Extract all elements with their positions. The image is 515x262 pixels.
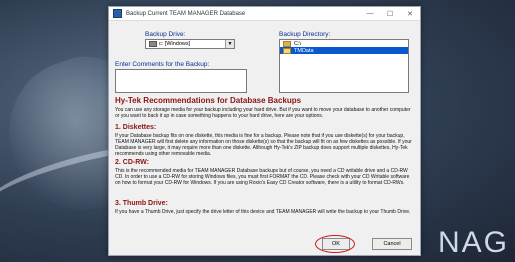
backup-drive-value: c: [Windows] bbox=[159, 41, 191, 47]
folder-open-icon bbox=[283, 40, 291, 47]
dialog-body: Backup Drive: c: [Windows] ▼ Backup Dire… bbox=[109, 21, 420, 255]
section-title-cdrw: 2. CD-RW: bbox=[115, 159, 149, 166]
section-title-diskettes: 1. Diskettes: bbox=[115, 124, 157, 131]
backup-dialog: Backup Current TEAM MANAGER Database — ☐… bbox=[108, 6, 421, 256]
backup-drive-select[interactable]: c: [Windows] ▼ bbox=[145, 39, 235, 49]
section-body-diskettes: If your Database backup fits on one disk… bbox=[115, 133, 412, 157]
section-body-thumb-drive: If you have a Thumb Drive, just specify … bbox=[115, 209, 411, 215]
drive-icon bbox=[149, 41, 157, 47]
comments-textarea[interactable] bbox=[115, 69, 247, 93]
backup-directory-label: Backup Directory: bbox=[279, 31, 331, 38]
close-button[interactable]: ✕ bbox=[400, 10, 420, 18]
minimize-button[interactable]: — bbox=[360, 10, 380, 17]
backup-drive-label: Backup Drive: bbox=[145, 31, 186, 38]
maximize-button[interactable]: ☐ bbox=[380, 10, 400, 18]
recommendations-intro: You can use any storage media for your b… bbox=[115, 107, 411, 119]
comments-label: Enter Comments for the Backup: bbox=[115, 61, 210, 68]
background-logo-text: NAG bbox=[437, 226, 509, 259]
cancel-button[interactable]: Cancel bbox=[372, 238, 412, 250]
section-title-thumb-drive: 3. Thumb Drive: bbox=[115, 200, 168, 207]
section-body-cdrw: This is the recommended media for TEAM M… bbox=[115, 168, 410, 186]
directory-item-tmdata[interactable]: TMData bbox=[280, 47, 408, 54]
directory-item-root[interactable]: C:\ bbox=[280, 40, 408, 47]
directory-item-label: TMData bbox=[294, 47, 314, 54]
backup-directory-list[interactable]: C:\ TMData bbox=[279, 39, 409, 93]
recommendations-title: Hy-Tek Recommendations for Database Back… bbox=[115, 96, 302, 105]
chevron-down-icon[interactable]: ▼ bbox=[225, 40, 234, 48]
window-title: Backup Current TEAM MANAGER Database bbox=[126, 10, 246, 17]
app-icon bbox=[113, 9, 122, 18]
annotation-circle bbox=[315, 235, 355, 253]
title-bar: Backup Current TEAM MANAGER Database — ☐… bbox=[109, 7, 420, 21]
directory-item-label: C:\ bbox=[294, 40, 302, 47]
folder-open-icon bbox=[283, 47, 291, 54]
